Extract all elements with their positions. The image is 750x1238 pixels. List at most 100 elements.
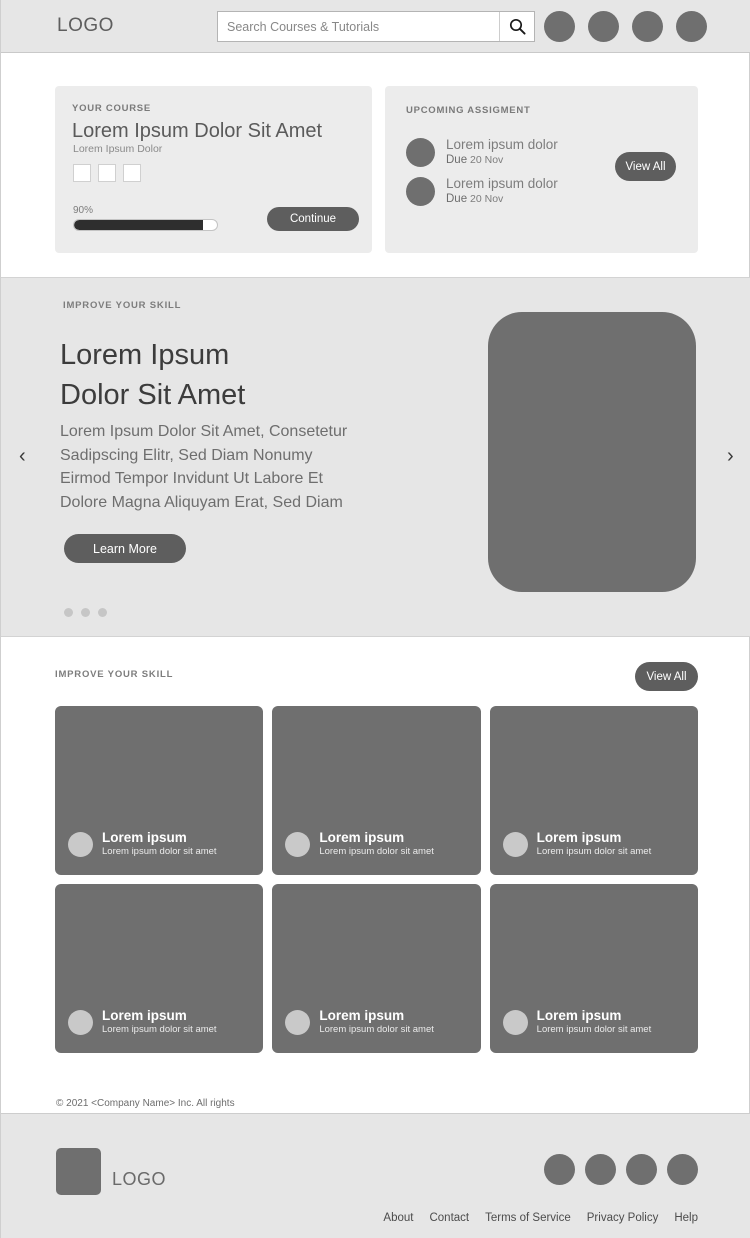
skill-avatar-icon — [502, 1009, 528, 1035]
skills-view-all-button[interactable]: View All — [635, 662, 698, 691]
avatar[interactable] — [632, 10, 663, 42]
assignments-view-all-button[interactable]: View All — [615, 152, 676, 181]
site-footer: LOGO About Contact Terms of Service Priv… — [1, 1113, 750, 1238]
footer-link-about[interactable]: About — [383, 1212, 413, 1224]
footer-copyright: © 2021 <Company Name> Inc. All rights — [56, 1098, 235, 1109]
search-input[interactable] — [218, 12, 499, 41]
skill-card-title: Lorem ipsum — [102, 829, 187, 845]
skill-card-subtitle: Lorem ipsum dolor sit amet — [102, 845, 217, 857]
skill-card[interactable]: Lorem ipsum Lorem ipsum dolor sit amet — [55, 706, 264, 875]
chevron-right-icon[interactable]: › — [727, 446, 734, 466]
skill-card-title: Lorem ipsum — [319, 1007, 405, 1023]
skill-card-meta: Lorem ipsum Lorem ipsum dolor sit amet — [285, 829, 434, 858]
assignment-due-date: 20 Nov — [470, 153, 504, 166]
footer-logo-text[interactable]: LOGO — [112, 1169, 166, 1190]
footer-nav-links: About Contact Terms of Service Privacy P… — [383, 1212, 698, 1224]
course-checkbox-row — [73, 164, 141, 182]
skill-card-meta: Lorem ipsum Lorem ipsum dolor sit amet — [285, 1007, 434, 1036]
skill-card-meta: Lorem ipsum Lorem ipsum dolor sit amet — [68, 1007, 217, 1036]
skill-avatar-icon — [502, 831, 528, 857]
assignment-due-word: Due — [446, 153, 468, 166]
skill-avatar-icon — [285, 1009, 311, 1035]
hero-image-placeholder — [488, 312, 696, 592]
header-avatars — [544, 10, 707, 42]
assignment-avatar-icon — [406, 137, 435, 167]
course-subtitle: Lorem Ipsum Dolor — [73, 143, 163, 155]
avatar[interactable] — [676, 10, 707, 42]
course-card-eyebrow: YOUR COURSE — [72, 103, 151, 114]
skills-section-title: IMPROVE YOUR SKILL — [55, 669, 174, 680]
skill-card-title: Lorem ipsum — [102, 1007, 187, 1023]
skill-card-title: Lorem ipsum — [536, 1007, 622, 1023]
carousel-dot[interactable] — [98, 608, 107, 617]
course-checkbox[interactable] — [73, 164, 91, 182]
assignment-avatar-icon — [406, 176, 435, 206]
continue-button[interactable]: Continue — [267, 207, 359, 231]
carousel-dots — [64, 608, 107, 617]
your-course-card: YOUR COURSE Lorem Ipsum Dolor Sit Amet L… — [55, 86, 372, 253]
search-icon — [509, 18, 526, 35]
course-checkbox[interactable] — [123, 164, 141, 182]
skill-card-subtitle: Lorem ipsum dolor sit amet — [536, 845, 652, 857]
hero-eyebrow: IMPROVE YOUR SKILL — [63, 300, 182, 311]
skill-card-subtitle: Lorem ipsum dolor sit amet — [319, 845, 434, 857]
skill-card-meta: Lorem ipsum Lorem ipsum dolor sit amet — [68, 829, 217, 858]
skill-card[interactable]: Lorem ipsum Lorem ipsum dolor sit amet — [55, 884, 264, 1053]
hero-body-text: Lorem Ipsum Dolor Sit Amet, Consetetur S… — [60, 423, 348, 511]
footer-link-contact[interactable]: Contact — [429, 1212, 469, 1224]
skill-card[interactable]: Lorem ipsum Lorem ipsum dolor sit amet — [489, 706, 698, 875]
footer-logo-mark — [56, 1148, 101, 1195]
avatar[interactable] — [588, 10, 619, 42]
upcoming-assignment-card: UPCOMING ASSIGMENT Lorem ipsum dolor Due… — [385, 86, 698, 253]
search-bar — [217, 11, 535, 42]
footer-link-help[interactable]: Help — [674, 1212, 698, 1224]
course-checkbox[interactable] — [98, 164, 116, 182]
footer-link-terms[interactable]: Terms of Service — [485, 1212, 571, 1224]
skill-avatar-icon — [68, 831, 93, 857]
footer-link-privacy[interactable]: Privacy Policy — [587, 1212, 659, 1224]
assignment-due-date: 20 Nov — [470, 192, 504, 205]
assignment-item[interactable]: Lorem ipsum dolor Due 20 Nov — [406, 176, 558, 206]
hero-carousel: IMPROVE YOUR SKILL Lorem Ipsum Dolor Sit… — [1, 277, 750, 637]
skill-avatar-icon — [68, 1009, 93, 1035]
skill-card-title: Lorem ipsum — [319, 829, 405, 845]
social-icon[interactable] — [544, 1154, 575, 1185]
skill-avatar-icon — [285, 831, 311, 857]
course-title: Lorem Ipsum Dolor Sit Amet — [72, 120, 323, 142]
page-root: LOGO YOUR COURSE Lorem Ipsum Dolor Sit A… — [0, 0, 750, 1238]
skill-card-subtitle: Lorem ipsum dolor sit amet — [536, 1023, 652, 1035]
skills-section-header: IMPROVE YOUR SKILL View All — [55, 662, 698, 692]
hero-title: Lorem Ipsum Dolor Sit Amet — [60, 339, 246, 412]
skill-card[interactable]: Lorem ipsum Lorem ipsum dolor sit amet — [489, 884, 698, 1053]
assignment-name: Lorem ipsum dolor — [446, 176, 558, 191]
skill-card-meta: Lorem ipsum Lorem ipsum dolor sit amet — [502, 1007, 652, 1036]
social-icon[interactable] — [667, 1154, 698, 1185]
assignment-due-word: Due — [446, 192, 468, 205]
skills-card-grid: Lorem ipsum Lorem ipsum dolor sit amet L… — [55, 706, 698, 1053]
assignment-due: Due 20 Nov — [446, 192, 558, 207]
skill-card-title: Lorem ipsum — [536, 829, 622, 845]
learn-more-button[interactable]: Learn More — [64, 534, 186, 563]
header-logo[interactable]: LOGO — [57, 15, 114, 37]
site-header: LOGO — [1, 0, 750, 53]
footer-social-icons — [544, 1154, 698, 1185]
carousel-dot[interactable] — [81, 608, 90, 617]
assignment-name: Lorem ipsum dolor — [446, 137, 558, 152]
skill-card[interactable]: Lorem ipsum Lorem ipsum dolor sit amet — [272, 884, 481, 1053]
progress-percent-label: 90% — [73, 205, 94, 216]
social-icon[interactable] — [585, 1154, 616, 1185]
social-icon[interactable] — [626, 1154, 657, 1185]
skill-card[interactable]: Lorem ipsum Lorem ipsum dolor sit amet — [272, 706, 481, 875]
dashboard-top-row: YOUR COURSE Lorem Ipsum Dolor Sit Amet L… — [55, 86, 698, 253]
assignment-item[interactable]: Lorem ipsum dolor Due 20 Nov — [406, 137, 558, 167]
avatar[interactable] — [544, 10, 575, 42]
carousel-dot[interactable] — [64, 608, 73, 617]
course-progress-bar — [73, 219, 218, 231]
course-progress-fill — [74, 220, 203, 230]
skill-card-meta: Lorem ipsum Lorem ipsum dolor sit amet — [502, 829, 652, 858]
chevron-left-icon[interactable]: ‹ — [19, 446, 26, 466]
assignment-due: Due 20 Nov — [446, 153, 558, 168]
skill-card-subtitle: Lorem ipsum dolor sit amet — [319, 1023, 434, 1035]
search-button[interactable] — [499, 12, 534, 41]
assignment-card-eyebrow: UPCOMING ASSIGMENT — [406, 105, 531, 116]
